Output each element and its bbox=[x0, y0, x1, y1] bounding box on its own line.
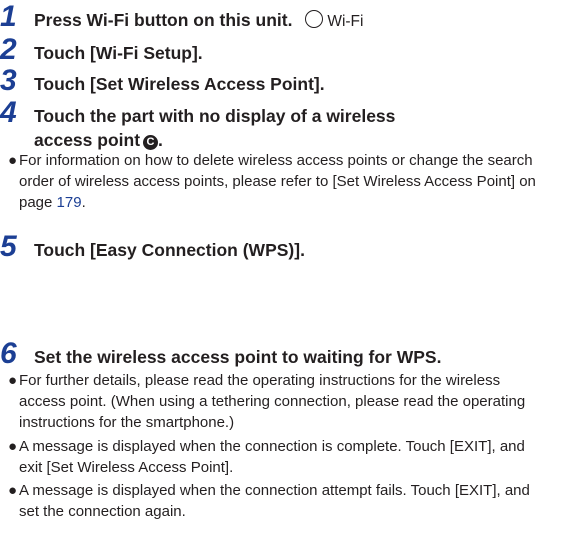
note-item: ● For information on how to delete wirel… bbox=[8, 152, 536, 211]
step-number: 1 bbox=[0, 0, 17, 33]
step-1: 1 Press Wi-Fi button on this unit. Wi-Fi bbox=[0, 2, 363, 34]
step-number: 2 bbox=[0, 33, 17, 66]
step-5: 5 Touch [Easy Connection (WPS)]. bbox=[0, 232, 305, 262]
bullet-icon: ● bbox=[8, 372, 18, 389]
step-number: 3 bbox=[0, 64, 17, 97]
bullet-icon: ● bbox=[8, 482, 18, 499]
step-6: 6 Set the wireless access point to waiti… bbox=[0, 339, 441, 369]
wifi-button-label: Wi-Fi bbox=[327, 13, 364, 30]
step-number: 6 bbox=[0, 337, 17, 370]
step-text: Touch [Set Wireless Access Point]. bbox=[34, 74, 325, 94]
step-number: 5 bbox=[0, 230, 17, 263]
step-3: 3 Touch [Set Wireless Access Point]. bbox=[0, 66, 325, 96]
step-text: Press Wi-Fi button on this unit. Wi-Fi bbox=[34, 10, 364, 30]
circled-c-icon: C bbox=[143, 135, 159, 150]
step-4: 4 Touch the part with no display of a wi… bbox=[0, 98, 395, 152]
note-item: ● For further details, please read the o… bbox=[8, 372, 526, 431]
note-item: ● A message is displayed when the connec… bbox=[8, 482, 530, 520]
step-text: Touch [Easy Connection (WPS)]. bbox=[34, 240, 305, 260]
step-number: 4 bbox=[0, 96, 17, 129]
bullet-icon: ● bbox=[8, 438, 18, 455]
step-text: Touch the part with no display of a wire… bbox=[34, 106, 396, 150]
wifi-button-icon bbox=[305, 10, 324, 28]
step-text: Set the wireless access point to waiting… bbox=[34, 347, 442, 367]
note-item: ● A message is displayed when the connec… bbox=[8, 438, 525, 476]
step-text: Touch [Wi-Fi Setup]. bbox=[34, 43, 203, 63]
step-2: 2 Touch [Wi-Fi Setup]. bbox=[0, 35, 203, 65]
page-link[interactable]: 179 bbox=[57, 194, 82, 211]
bullet-icon: ● bbox=[8, 152, 18, 169]
